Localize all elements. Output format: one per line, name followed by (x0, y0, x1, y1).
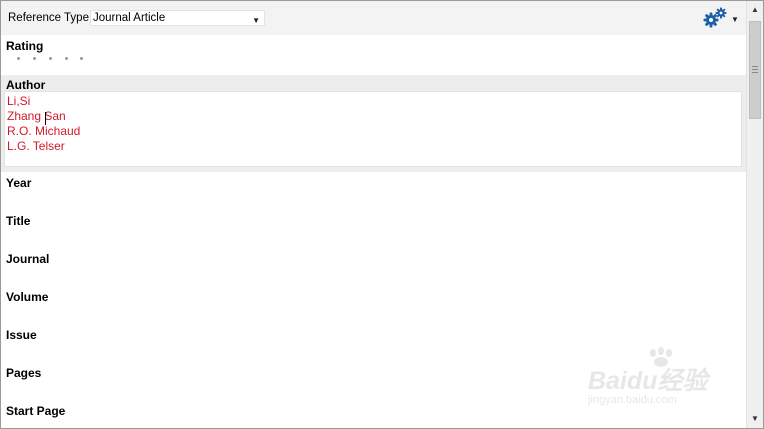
pages-label: Pages (6, 366, 42, 380)
settings-dropdown-arrow-icon: ▼ (731, 15, 739, 24)
settings-gears-button[interactable]: ▼ (702, 7, 742, 31)
author-line-3: R.O. Michaud (7, 124, 81, 138)
scroll-down-arrow-icon[interactable]: ▼ (747, 410, 763, 427)
grip-line (752, 66, 758, 67)
rating-stars[interactable] (13, 57, 93, 67)
text-cursor (45, 112, 46, 125)
reference-type-value: Journal Article (93, 12, 166, 24)
author-input[interactable]: Li,Si Zhang San R.O. Michaud L.G. Telser (4, 91, 742, 167)
rating-star-4[interactable] (65, 57, 68, 60)
scroll-up-arrow-icon[interactable]: ▲ (747, 1, 763, 18)
reference-type-dropdown[interactable]: Journal Article ▼ (90, 10, 265, 26)
author-line-4: L.G. Telser (7, 139, 65, 153)
watermark-brand: Baidu经验 (588, 367, 708, 395)
scrollbar-thumb[interactable] (749, 21, 761, 119)
volume-label: Volume (6, 290, 49, 304)
dropdown-arrow-icon: ▼ (252, 16, 260, 25)
grip-line (752, 72, 758, 73)
vertical-scrollbar[interactable]: ▲ ▼ (746, 1, 763, 428)
issue-label: Issue (6, 328, 37, 342)
reference-editor-window: Reference Type: Journal Article ▼ ▼ Rati… (0, 0, 764, 429)
baidu-watermark: Baidu经验 jingyan.baidu.com (586, 347, 736, 412)
rating-star-5[interactable] (80, 57, 83, 60)
journal-label: Journal (6, 252, 50, 266)
author-line-2: Zhang San (7, 109, 66, 123)
rating-star-2[interactable] (33, 57, 36, 60)
year-label: Year (6, 176, 32, 190)
gears-icon (703, 7, 727, 28)
author-section: Author Li,Si Zhang San R.O. Michaud L.G.… (1, 75, 746, 172)
reference-type-label: Reference Type: (8, 12, 93, 24)
reference-toolbar: Reference Type: Journal Article ▼ ▼ (1, 1, 746, 35)
rating-star-3[interactable] (49, 57, 52, 60)
rating-label: Rating (6, 39, 44, 53)
author-label: Author (6, 78, 46, 92)
start-page-label: Start Page (6, 404, 66, 418)
grip-line (752, 69, 758, 70)
title-label: Title (6, 214, 31, 228)
watermark-url: jingyan.baidu.com (588, 394, 677, 406)
author-line-1: Li,Si (7, 94, 31, 108)
rating-star-1[interactable] (17, 57, 20, 60)
